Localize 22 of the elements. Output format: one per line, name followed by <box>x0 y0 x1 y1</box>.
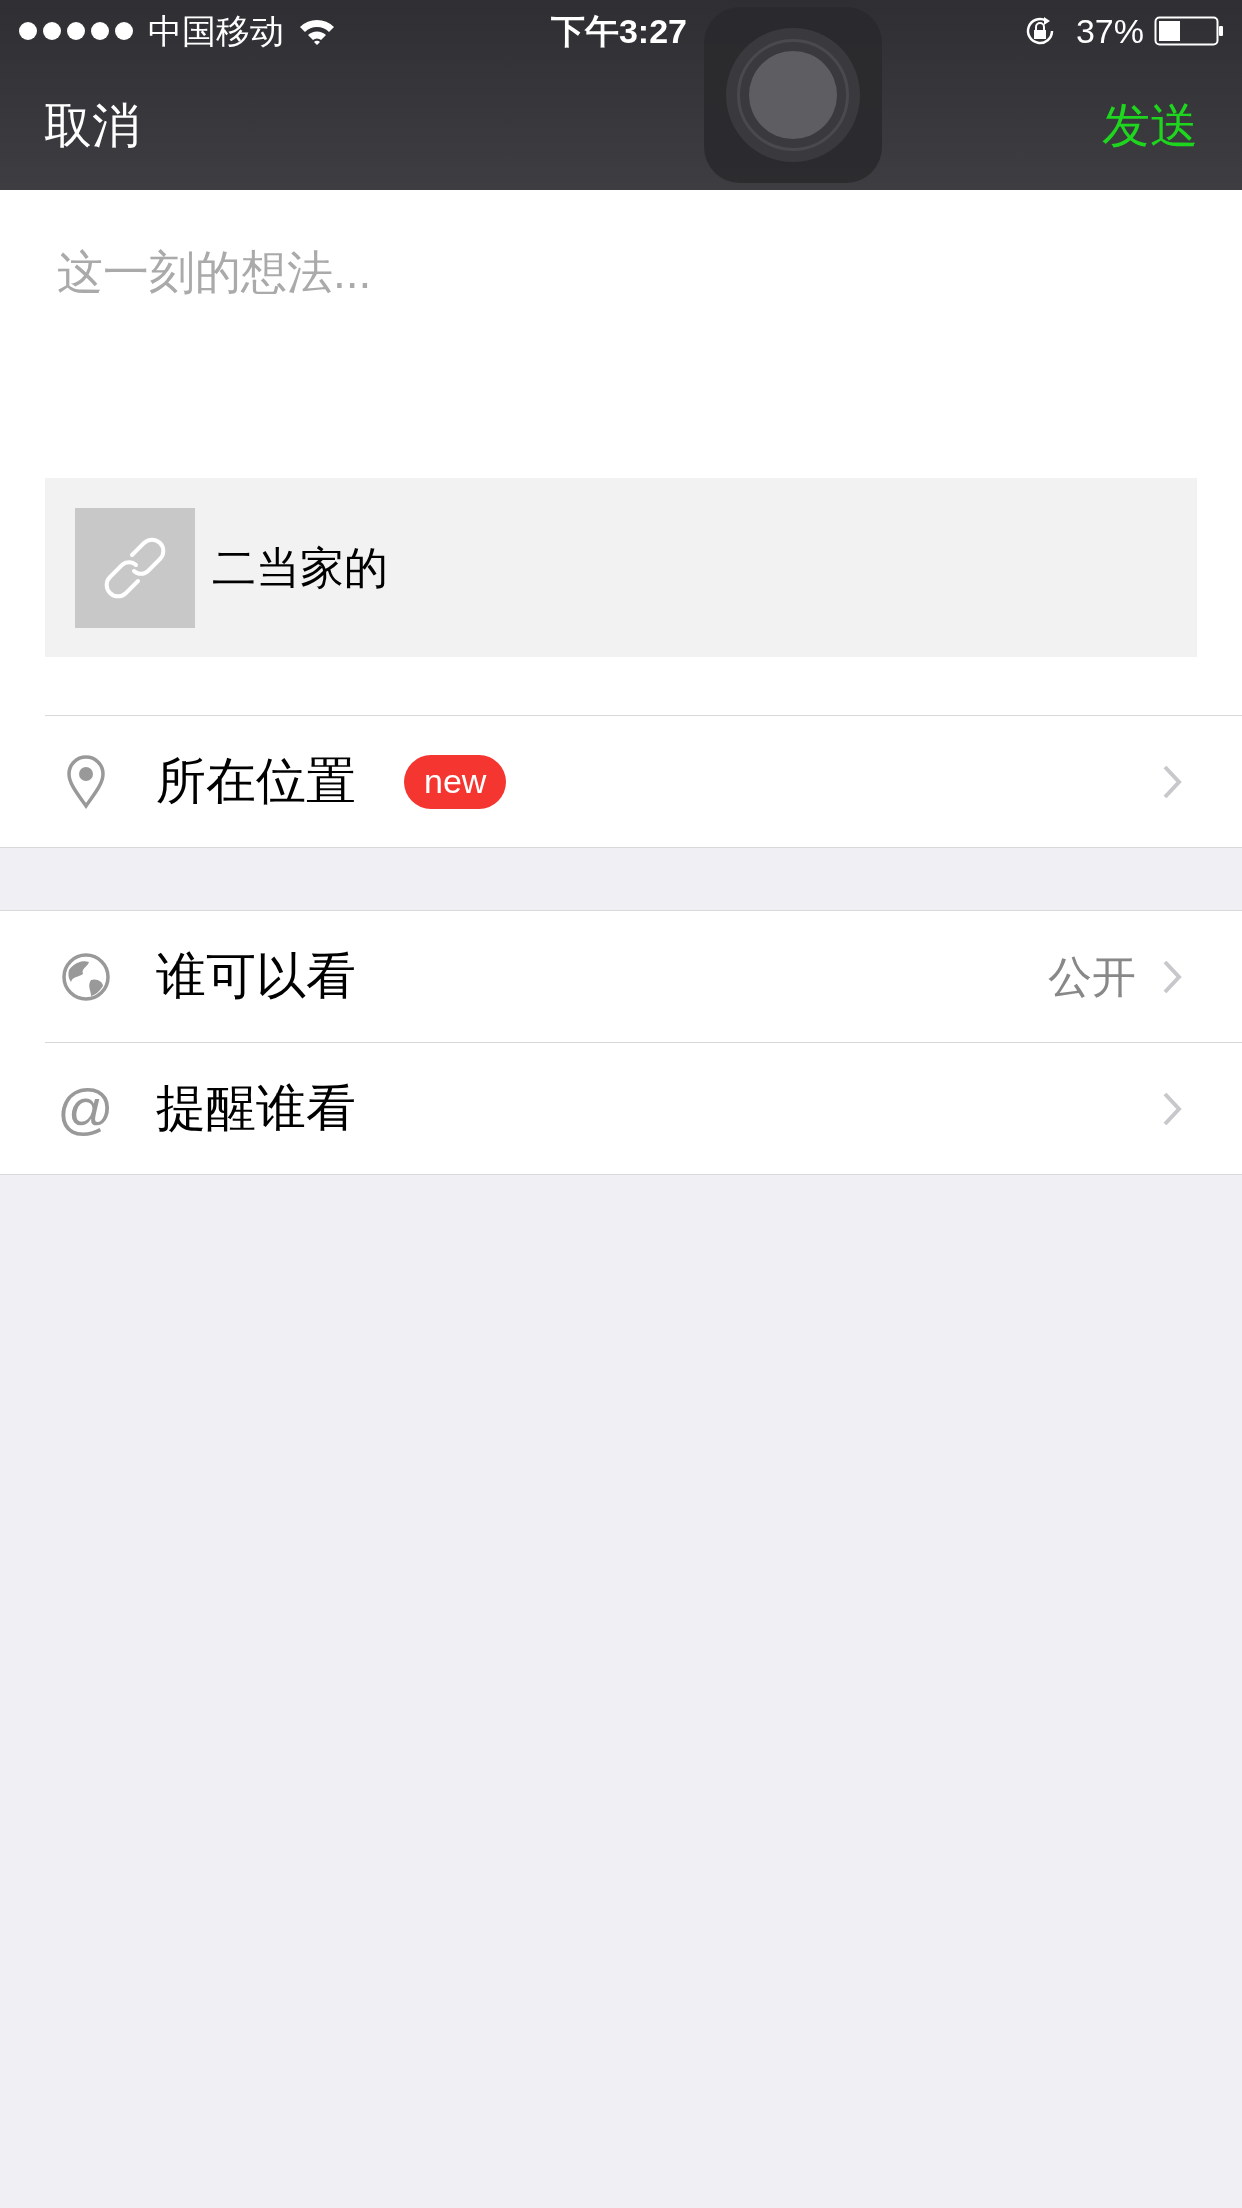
link-card[interactable]: 二当家的 <box>45 478 1197 657</box>
row-label: 谁可以看 <box>156 947 356 1006</box>
carrier-name: 中国移动 <box>148 10 284 52</box>
cancel-button[interactable]: 取消 <box>44 90 140 162</box>
wifi-icon <box>298 17 336 45</box>
at-sign-icon: @ <box>57 1080 114 1137</box>
row-label: 提醒谁看 <box>156 1079 356 1138</box>
chevron-icon <box>1162 763 1182 800</box>
chevron-icon <box>1162 1090 1182 1127</box>
send-button[interactable]: 发送 <box>1102 90 1198 162</box>
battery-icon <box>1154 16 1224 46</box>
battery-percent: 37% <box>1075 10 1144 52</box>
link-title: 二当家的 <box>212 541 388 594</box>
globe-icon <box>60 951 111 1002</box>
location-pin-icon <box>65 754 106 809</box>
new-badge: new <box>404 754 507 809</box>
assistive-touch-button[interactable] <box>704 7 882 183</box>
chevron-icon <box>1162 958 1182 995</box>
post-composer[interactable]: 这一刻的想法... 二当家的 <box>0 190 1242 715</box>
row-value: 公开 <box>1048 950 1136 1003</box>
row-label: 所在位置 <box>156 752 356 811</box>
status-time: 下午3:27 <box>550 10 687 52</box>
